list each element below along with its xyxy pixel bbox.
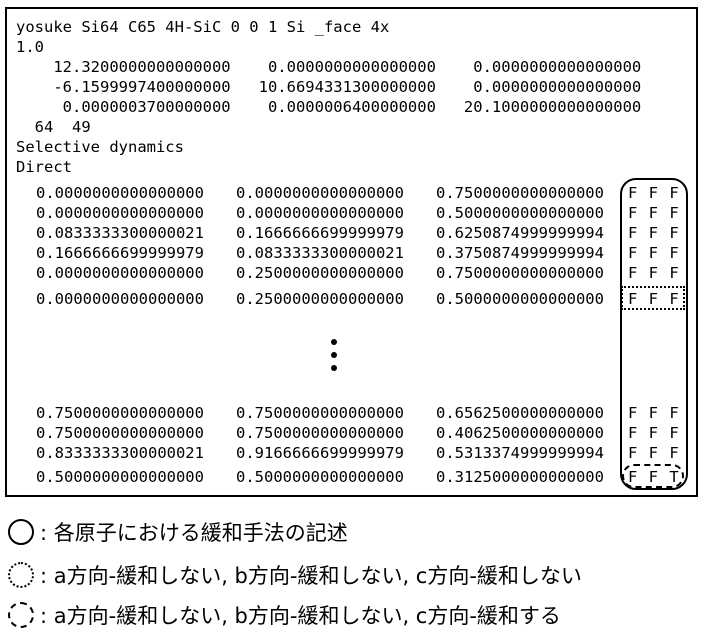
ellipsis-vertical-icon	[329, 339, 339, 378]
coord-row-z: 0.3125000000000000	[436, 468, 604, 486]
legend-item-solid: : 各原子における緩和手法の記述	[8, 515, 348, 549]
coord-row-y: 0.5000000000000000	[236, 468, 404, 486]
lattice-vector-c: 0.0000003700000000 0.0000006400000000 20…	[16, 98, 642, 116]
coord-row-x: 0.7500000000000000	[36, 404, 204, 422]
coord-row-x: 0.8333333300000021	[36, 444, 204, 462]
coord-row-y: 0.0000000000000000	[236, 184, 404, 202]
coord-row-y: 0.1666666699999979	[236, 224, 404, 242]
selective-dynamics-label: Selective dynamics	[16, 138, 184, 156]
coord-row-z: 0.3750874999999994	[436, 244, 604, 262]
coord-row-y: 0.9166666699999979	[236, 444, 404, 462]
lattice-vector-a: 12.3200000000000000 0.0000000000000000 0…	[16, 58, 642, 76]
solid-circle-icon	[8, 519, 34, 545]
coord-row-x: 0.0000000000000000	[36, 264, 204, 282]
fff-highlight-dotted	[621, 286, 685, 310]
coord-row-x: 0.0000000000000000	[36, 204, 204, 222]
coordinate-type: Direct	[16, 158, 72, 176]
legend-text: : a方向-緩和しない, b方向-緩和しない, c方向-緩和する	[40, 604, 561, 628]
coord-row-y: 0.7500000000000000	[236, 404, 404, 422]
coord-row-y: 0.0000000000000000	[236, 204, 404, 222]
coord-row-x: 0.0000000000000000	[36, 184, 204, 202]
scale-line: 1.0	[16, 38, 44, 56]
legend-text: : a方向-緩和しない, b方向-緩和しない, c方向-緩和しない	[40, 564, 582, 588]
coord-row-x: 0.0833333300000021	[36, 224, 204, 242]
coord-row-z: 0.7500000000000000	[436, 184, 604, 202]
coord-row-x: 0.5000000000000000	[36, 468, 204, 486]
poscar-listing: yosuke Si64 C65 4H-SiC 0 0 1 Si _face 4x…	[5, 7, 698, 497]
dashed-circle-icon	[8, 602, 34, 628]
coord-row-z: 0.6562500000000000	[436, 404, 604, 422]
legend-text: : 各原子における緩和手法の記述	[40, 521, 348, 545]
coord-row-y: 0.7500000000000000	[236, 424, 404, 442]
fft-highlight-dashed	[622, 464, 684, 488]
coord-row-y: 0.0833333300000021	[236, 244, 404, 262]
coord-row-z: 0.7500000000000000	[436, 264, 604, 282]
coord-row-y: 0.2500000000000000	[236, 264, 404, 282]
coord-row-x: 0.7500000000000000	[36, 424, 204, 442]
coord-row-z: 0.5000000000000000	[436, 204, 604, 222]
coord-row-z: 0.5313374999999994	[436, 444, 604, 462]
coord-row-y: 0.2500000000000000	[236, 290, 404, 308]
coord-row-x: 0.1666666699999979	[36, 244, 204, 262]
coord-row-z: 0.6250874999999994	[436, 224, 604, 242]
legend-item-dotted: : a方向-緩和しない, b方向-緩和しない, c方向-緩和しない	[8, 558, 582, 592]
legend-item-dashed: : a方向-緩和しない, b方向-緩和しない, c方向-緩和する	[8, 598, 561, 632]
flags-column-outline	[620, 178, 688, 490]
dotted-circle-icon	[8, 562, 34, 588]
lattice-vector-b: -6.1599997400000000 10.6694331300000000 …	[16, 78, 642, 96]
coord-row-x: 0.0000000000000000	[36, 290, 204, 308]
atom-counts: 64 49	[16, 118, 91, 136]
coord-row-z: 0.5000000000000000	[436, 290, 604, 308]
title-line: yosuke Si64 C65 4H-SiC 0 0 1 Si _face 4x	[16, 18, 390, 36]
coord-row-z: 0.4062500000000000	[436, 424, 604, 442]
